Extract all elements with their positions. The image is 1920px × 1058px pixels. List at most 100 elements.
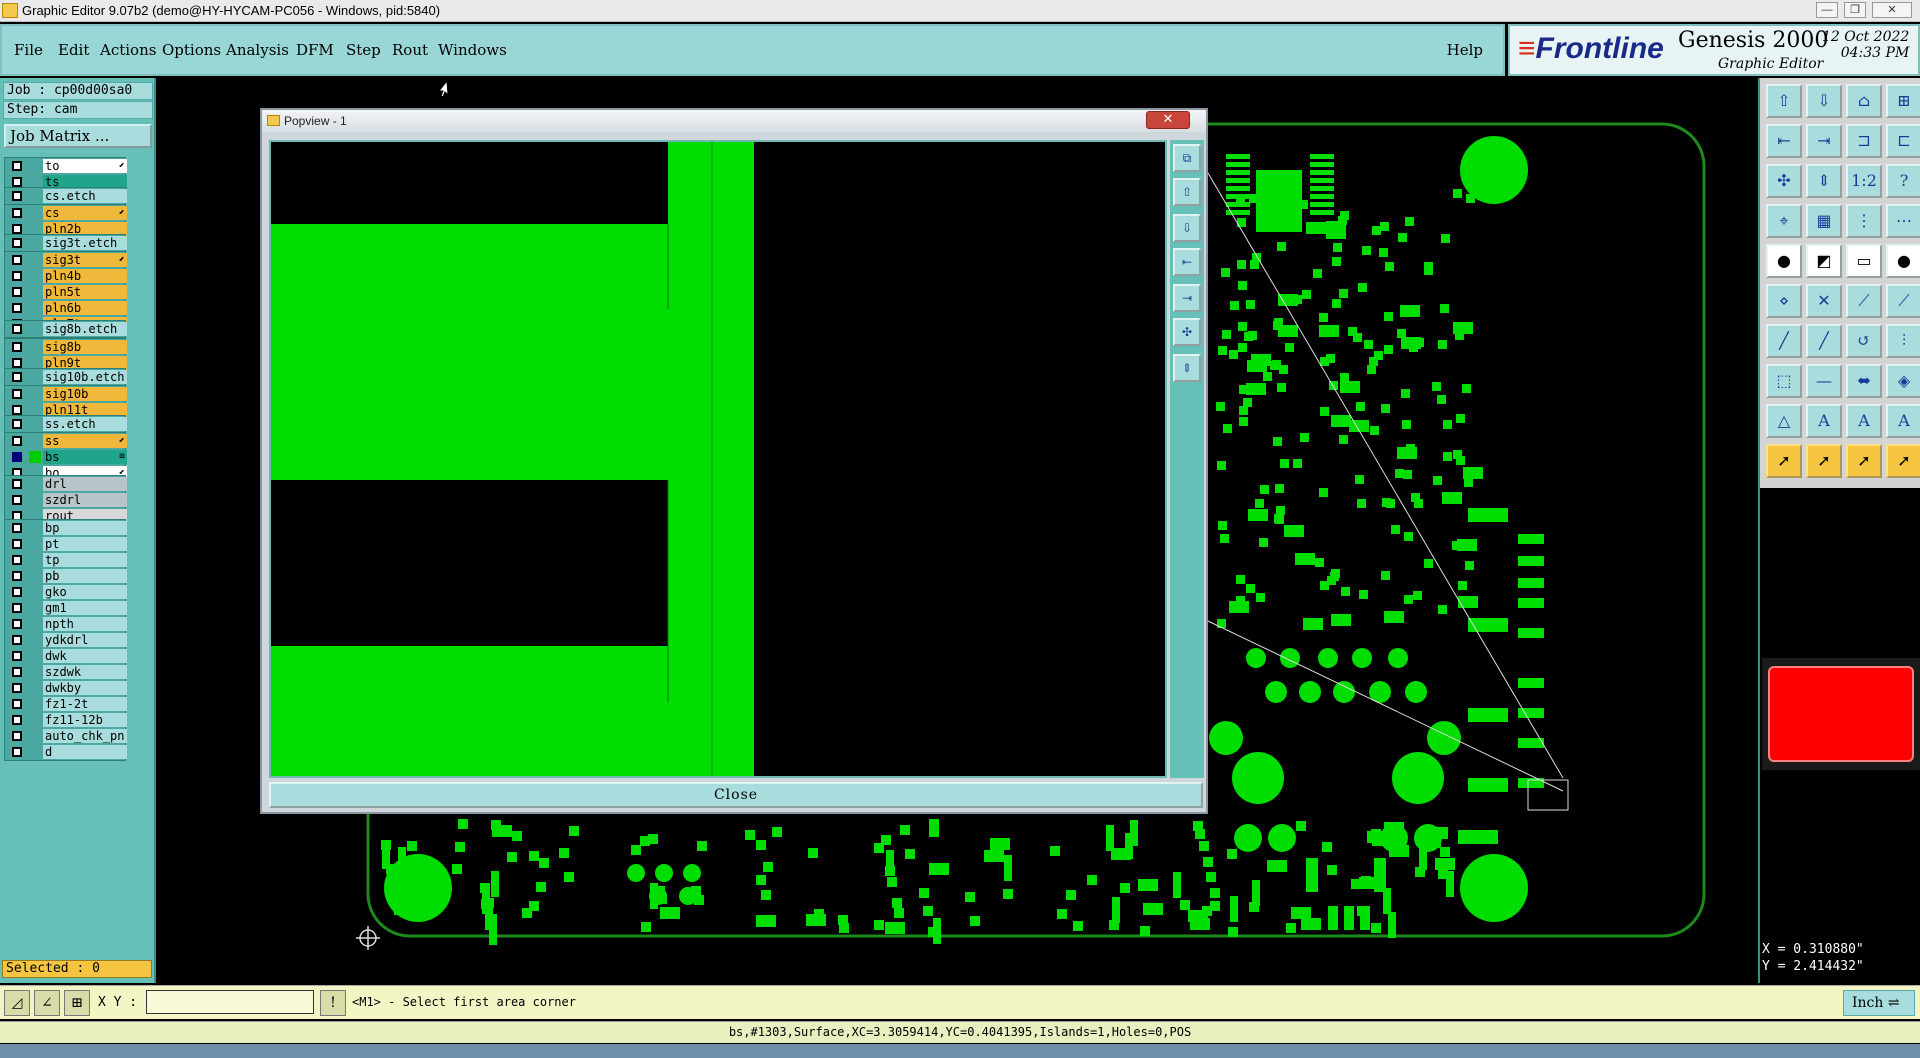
- toolbox-tool-icon[interactable]: ⊏: [1886, 124, 1920, 158]
- toolbox-tool-icon[interactable]: A: [1806, 404, 1842, 438]
- layer-row-pln4b[interactable]: pln4b: [5, 268, 127, 284]
- layer-affected-checkbox[interactable]: [12, 495, 22, 505]
- toolbox-tool-icon[interactable]: ➚: [1806, 444, 1842, 478]
- toolbox-tool-icon[interactable]: △: [1766, 404, 1802, 438]
- angle-mode-icon[interactable]: ∠: [34, 990, 60, 1016]
- layer-name[interactable]: pln5t: [43, 285, 127, 299]
- unit-selector[interactable]: Inch ⇌: [1843, 990, 1915, 1016]
- layer-row-sig3t[interactable]: sig3t ⬋: [5, 252, 127, 268]
- snap-mode-icon[interactable]: ◿: [4, 990, 30, 1016]
- layer-row-pb[interactable]: pb: [5, 568, 127, 584]
- toolbox-tool-icon[interactable]: ✣: [1766, 164, 1802, 198]
- layer-row-bs[interactable]: bs ≡: [5, 449, 127, 465]
- menu-rout[interactable]: Rout: [392, 41, 428, 59]
- toolbox-tool-icon[interactable]: ⌂: [1846, 84, 1882, 118]
- layer-affected-checkbox[interactable]: [12, 358, 22, 368]
- layer-row-cs-etch[interactable]: cs.etch: [5, 188, 127, 204]
- menu-options[interactable]: Options: [162, 41, 221, 59]
- menu-windows[interactable]: Windows: [438, 41, 507, 59]
- layer-row-cs[interactable]: cs ⬋: [5, 205, 127, 221]
- toolbox-tool-icon[interactable]: ⇤: [1766, 124, 1802, 158]
- layer-name[interactable]: gko: [43, 585, 127, 599]
- layer-name[interactable]: cs.etch: [43, 189, 127, 203]
- toolbox-tool-icon[interactable]: ⋮: [1846, 204, 1882, 238]
- layer-name[interactable]: tp: [43, 553, 127, 567]
- layer-affected-checkbox[interactable]: [12, 571, 22, 581]
- layer-name[interactable]: fz11-12b: [43, 713, 127, 727]
- layer-row-pln5t[interactable]: pln5t: [5, 284, 127, 300]
- popview-window[interactable]: Popview - 1 ✕ ⧉ ⇧ ⇩ ⇤ ⇥ ✣ ⇕ Close: [260, 108, 1208, 814]
- toolbox-tool-icon[interactable]: ╱: [1806, 324, 1842, 358]
- layer-name[interactable]: sig8b.etch: [43, 322, 127, 336]
- toolbox-tool-icon[interactable]: ⊐: [1846, 124, 1882, 158]
- toolbox-tool-icon[interactable]: ╱: [1766, 324, 1802, 358]
- layer-affected-checkbox[interactable]: [12, 667, 22, 677]
- layer-affected-checkbox[interactable]: [12, 479, 22, 489]
- layer-name[interactable]: bs ≡: [43, 450, 127, 464]
- layer-row-ss[interactable]: ss ⬋: [5, 433, 127, 449]
- toolbox-tool-icon[interactable]: ✕: [1806, 284, 1842, 318]
- layer-affected-checkbox[interactable]: [12, 436, 22, 446]
- toolbox-tool-icon[interactable]: ◩: [1806, 244, 1842, 278]
- layer-affected-checkbox[interactable]: [12, 224, 22, 234]
- layer-affected-checkbox[interactable]: [12, 452, 22, 462]
- layer-name[interactable]: pln4b: [43, 269, 127, 283]
- toolbox-tool-icon[interactable]: ⋯: [1886, 204, 1920, 238]
- layer-affected-checkbox[interactable]: [12, 208, 22, 218]
- layer-affected-checkbox[interactable]: [12, 419, 22, 429]
- layer-name[interactable]: sig10b.etch: [43, 370, 127, 384]
- layer-row-ss-etch[interactable]: ss.etch: [5, 416, 127, 432]
- toolbox-tool-icon[interactable]: ●: [1886, 244, 1920, 278]
- layer-affected-checkbox[interactable]: [12, 523, 22, 533]
- layer-row-ydkdrl[interactable]: ydkdrl: [5, 632, 127, 648]
- layer-row-to[interactable]: to ⬋: [5, 158, 127, 174]
- layer-affected-checkbox[interactable]: [12, 619, 22, 629]
- toolbox-tool-icon[interactable]: ⬚: [1766, 364, 1802, 398]
- layer-affected-checkbox[interactable]: [12, 238, 22, 248]
- popview-pan-down-icon[interactable]: ⇩: [1173, 214, 1201, 242]
- menu-edit[interactable]: Edit: [58, 41, 89, 59]
- layer-row-auto-chk-pn[interactable]: auto_chk_pn: [5, 728, 127, 744]
- layer-name[interactable]: sig10b: [43, 387, 127, 401]
- menu-actions[interactable]: Actions: [100, 41, 156, 59]
- layer-name[interactable]: sig3t.etch: [43, 236, 127, 250]
- layer-row-sig10b-etch[interactable]: sig10b.etch: [5, 369, 127, 385]
- layer-affected-checkbox[interactable]: [12, 635, 22, 645]
- xy-input[interactable]: [146, 990, 314, 1014]
- layer-row-tp[interactable]: tp: [5, 552, 127, 568]
- layer-name[interactable]: pln6b: [43, 301, 127, 315]
- minimize-button[interactable]: —: [1816, 2, 1838, 18]
- layer-name[interactable]: to ⬋: [43, 159, 127, 173]
- layer-row-dwkby[interactable]: dwkby: [5, 680, 127, 696]
- restore-button[interactable]: ❐: [1844, 2, 1866, 18]
- menu-analysis[interactable]: Analysis: [226, 41, 289, 59]
- layer-name[interactable]: pt: [43, 537, 127, 551]
- popview-zoom-icon[interactable]: ⧉: [1173, 144, 1201, 172]
- toolbox-tool-icon[interactable]: ?: [1886, 164, 1920, 198]
- toolbox-tool-icon[interactable]: ⟋: [1886, 284, 1920, 318]
- layer-row-fz11-12b[interactable]: fz11-12b: [5, 712, 127, 728]
- layer-row-dwk[interactable]: dwk: [5, 648, 127, 664]
- layer-affected-checkbox[interactable]: [12, 287, 22, 297]
- popview-canvas[interactable]: [269, 140, 1167, 778]
- layer-row-gko[interactable]: gko: [5, 584, 127, 600]
- layer-row-sig3t-etch[interactable]: sig3t.etch: [5, 235, 127, 251]
- layer-row-fz1-2t[interactable]: fz1-2t: [5, 696, 127, 712]
- layer-affected-checkbox[interactable]: [12, 389, 22, 399]
- layer-display-indicator[interactable]: [29, 451, 41, 463]
- toolbox-tool-icon[interactable]: ➚: [1766, 444, 1802, 478]
- toolbox-tool-icon[interactable]: ◈: [1886, 364, 1920, 398]
- layer-row-gm1[interactable]: gm1: [5, 600, 127, 616]
- toolbox-tool-icon[interactable]: 1:2: [1846, 164, 1882, 198]
- layer-affected-checkbox[interactable]: [12, 324, 22, 334]
- popview-close-x-button[interactable]: ✕: [1146, 111, 1190, 129]
- layer-affected-checkbox[interactable]: [12, 271, 22, 281]
- layer-name[interactable]: szdwk: [43, 665, 127, 679]
- layer-affected-checkbox[interactable]: [12, 372, 22, 382]
- layer-name[interactable]: szdrl: [43, 493, 127, 507]
- layer-row-sig10b[interactable]: sig10b: [5, 386, 127, 402]
- menu-dfm[interactable]: DFM: [296, 41, 334, 59]
- toolbox-tool-icon[interactable]: ⋄: [1766, 284, 1802, 318]
- layer-row-npth[interactable]: npth: [5, 616, 127, 632]
- toolbox-tool-icon[interactable]: ⬌: [1846, 364, 1882, 398]
